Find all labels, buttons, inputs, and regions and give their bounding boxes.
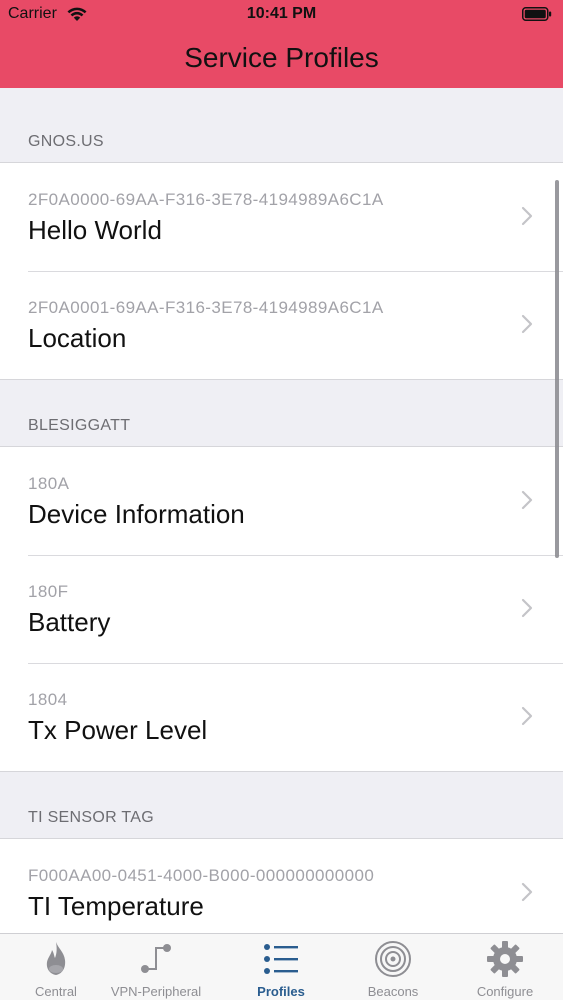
status-bar: Carrier 10:41 PM <box>0 0 563 30</box>
service-profiles-list[interactable]: GNOS.US 2F0A0000-69AA-F316-3E78-4194989A… <box>0 88 563 933</box>
flame-icon <box>46 942 66 975</box>
chevron-right-icon <box>521 882 533 902</box>
service-name: Location <box>28 323 127 353</box>
service-name: TI Temperature <box>28 891 204 921</box>
service-name: Device Information <box>28 499 245 529</box>
battery-icon <box>522 7 552 21</box>
service-uuid: 180A <box>28 474 70 493</box>
section-header-ti-sensor-tag: TI SENSOR TAG <box>0 772 563 838</box>
service-name: Tx Power Level <box>28 715 208 745</box>
profile-row-device-information[interactable]: 180A Device Information <box>0 447 563 555</box>
profile-row-location[interactable]: 2F0A0001-69AA-F316-3E78-4194989A6C1A Loc… <box>0 271 563 379</box>
navigation-header: Carrier 10:41 PM Service Profiles <box>0 0 563 88</box>
profile-row-battery[interactable]: 180F Battery <box>0 555 563 663</box>
chevron-right-icon <box>521 206 533 226</box>
service-name: Battery <box>28 607 111 637</box>
tab-label: Configure <box>476 984 534 999</box>
section-group-ti-sensor-tag: F000AA00-0451-4000-B000-000000000000 TI … <box>0 838 563 933</box>
scroll-indicator[interactable] <box>555 180 559 558</box>
profile-row-ti-temperature[interactable]: F000AA00-0451-4000-B000-000000000000 TI … <box>0 839 563 933</box>
section-title: BLESIGGATT <box>28 417 131 434</box>
tab-bar: Central VPN-Peripheral Profiles Beacons … <box>0 933 563 1000</box>
tab-label: Central <box>35 984 77 999</box>
section-header-blesiggatt: BLESIGGATT <box>0 380 563 446</box>
profile-row-hello-world[interactable]: 2F0A0000-69AA-F316-3E78-4194989A6C1A Hel… <box>0 163 563 271</box>
tab-beacons[interactable]: Beacons <box>337 934 449 1000</box>
service-uuid: F000AA00-0451-4000-B000-000000000000 <box>28 866 375 885</box>
chevron-right-icon <box>521 314 533 334</box>
section-title: GNOS.US <box>28 133 104 150</box>
service-uuid: 2F0A0001-69AA-F316-3E78-4194989A6C1A <box>28 298 384 317</box>
app-screen: Carrier 10:41 PM Service Profiles GNOS.U… <box>0 0 563 1000</box>
section-group-blesiggatt: 180A Device Information 180F Battery 180… <box>0 446 563 772</box>
profile-row-tx-power-level[interactable]: 1804 Tx Power Level <box>0 663 563 771</box>
beacon-target-icon <box>375 941 411 977</box>
service-uuid: 180F <box>28 582 69 601</box>
service-uuid: 2F0A0000-69AA-F316-3E78-4194989A6C1A <box>28 190 384 209</box>
status-time: 10:41 PM <box>246 5 317 22</box>
chevron-right-icon <box>521 598 533 618</box>
peripheral-connector-icon <box>141 944 171 973</box>
service-uuid: 1804 <box>28 690 68 709</box>
tab-central[interactable]: Central <box>0 934 112 1000</box>
service-name: Hello World <box>28 215 162 245</box>
page-title: Service Profiles <box>184 42 379 73</box>
tab-configure[interactable]: Configure <box>449 934 561 1000</box>
tab-profiles[interactable]: Profiles <box>225 934 337 1000</box>
tab-label: Profiles <box>257 984 305 999</box>
tab-label: VPN-Peripheral <box>110 984 202 999</box>
tab-label: Beacons <box>367 984 419 999</box>
section-group-gnos-us: 2F0A0000-69AA-F316-3E78-4194989A6C1A Hel… <box>0 162 563 380</box>
section-header-gnos-us: GNOS.US <box>0 88 563 162</box>
tab-vpn-peripheral[interactable]: VPN-Peripheral <box>101 934 211 1000</box>
gear-icon <box>487 941 523 977</box>
chevron-right-icon <box>521 490 533 510</box>
chevron-right-icon <box>521 706 533 726</box>
section-title: TI SENSOR TAG <box>28 809 154 826</box>
list-icon <box>264 944 298 974</box>
